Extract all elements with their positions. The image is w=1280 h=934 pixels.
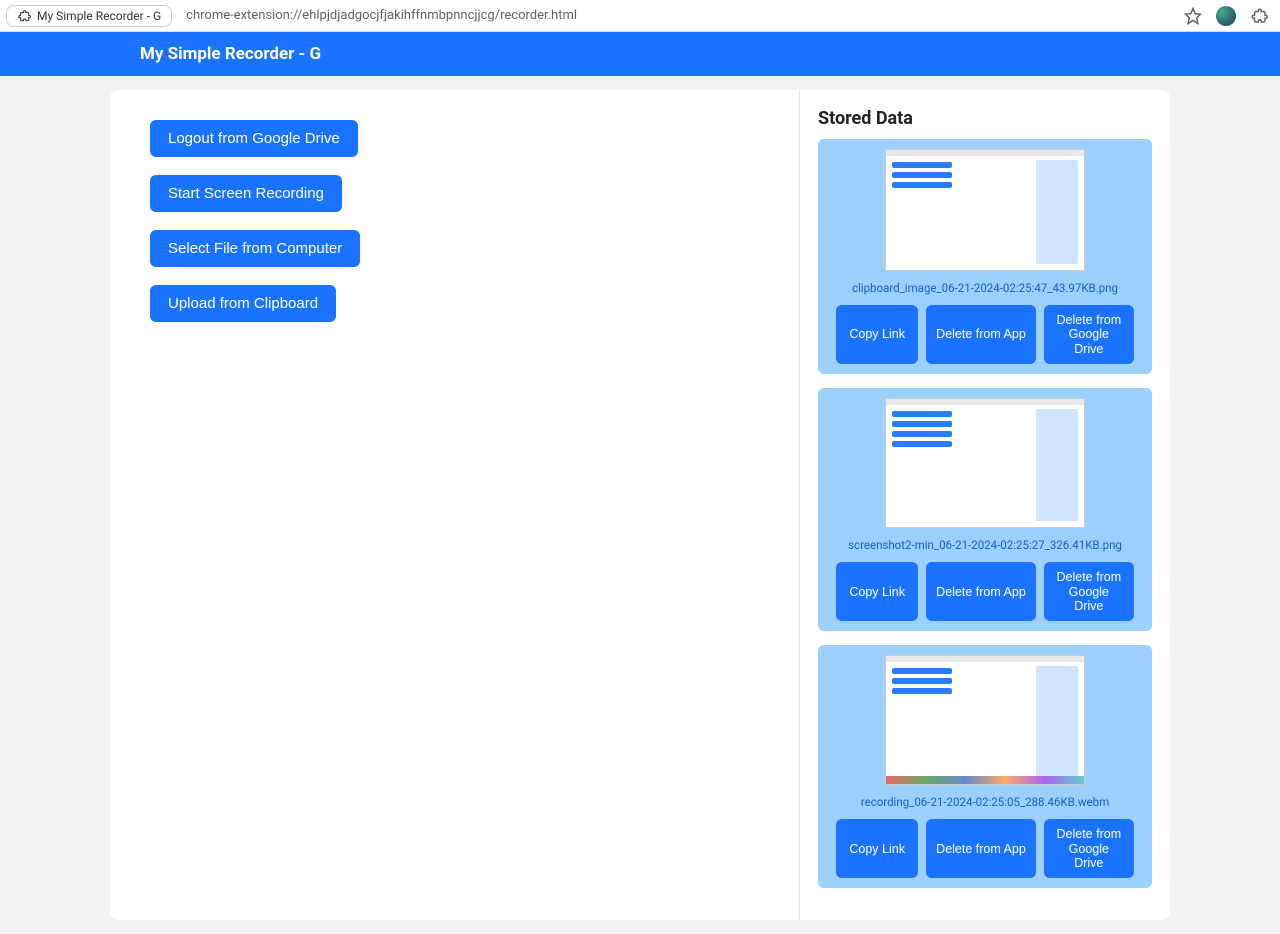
delete-from-drive-button[interactable]: Delete from Google Drive [1044,562,1134,621]
upload-clipboard-button[interactable]: Upload from Clipboard [150,285,336,322]
browser-chrome-bar: My Simple Recorder - G chrome-extension:… [0,0,1280,32]
extension-icon [17,9,31,23]
thumbnail[interactable] [885,149,1085,271]
stored-item: screenshot2-min_06-21-2024-02:25:27_326.… [818,388,1152,631]
bookmark-star-icon[interactable] [1184,7,1202,25]
delete-from-drive-button[interactable]: Delete from Google Drive [1044,305,1134,364]
logout-button[interactable]: Logout from Google Drive [150,120,358,157]
browser-tab[interactable]: My Simple Recorder - G [6,5,172,27]
delete-from-app-button[interactable]: Delete from App [926,819,1036,878]
item-button-row: Copy Link Delete from App Delete from Go… [828,305,1142,364]
address-bar-url[interactable]: chrome-extension://ehlpjdjadgocjfjakihff… [180,8,1176,23]
file-link[interactable]: screenshot2-min_06-21-2024-02:25:27_326.… [828,538,1142,552]
app-title: My Simple Recorder - G [140,44,321,64]
stored-item: clipboard_image_06-21-2024-02:25:47_43.9… [818,139,1152,374]
page-wrap: Logout from Google Drive Start Screen Re… [0,76,1280,934]
thumbnail[interactable] [885,655,1085,785]
copy-link-button[interactable]: Copy Link [836,819,918,878]
file-link[interactable]: clipboard_image_06-21-2024-02:25:47_43.9… [828,281,1142,295]
select-file-button[interactable]: Select File from Computer [150,230,360,267]
main-card: Logout from Google Drive Start Screen Re… [110,90,1170,920]
app-header: My Simple Recorder - G [0,32,1280,76]
start-recording-button[interactable]: Start Screen Recording [150,175,342,212]
profile-avatar[interactable] [1216,6,1236,26]
copy-link-button[interactable]: Copy Link [836,562,918,621]
stored-item: recording_06-21-2024-02:25:05_288.46KB.w… [818,645,1152,888]
item-button-row: Copy Link Delete from App Delete from Go… [828,819,1142,878]
extensions-puzzle-icon[interactable] [1250,7,1268,25]
thumbnail[interactable] [885,398,1085,528]
tab-title: My Simple Recorder - G [37,9,161,23]
item-button-row: Copy Link Delete from App Delete from Go… [828,562,1142,621]
actions-panel: Logout from Google Drive Start Screen Re… [110,90,800,920]
delete-from-drive-button[interactable]: Delete from Google Drive [1044,819,1134,878]
stored-data-panel: Stored Data clipboard_image_06-21-2024-0… [800,90,1170,920]
stored-data-title: Stored Data [818,108,1152,129]
delete-from-app-button[interactable]: Delete from App [926,562,1036,621]
file-link[interactable]: recording_06-21-2024-02:25:05_288.46KB.w… [828,795,1142,809]
copy-link-button[interactable]: Copy Link [836,305,918,364]
delete-from-app-button[interactable]: Delete from App [926,305,1036,364]
browser-action-icons [1184,6,1274,26]
